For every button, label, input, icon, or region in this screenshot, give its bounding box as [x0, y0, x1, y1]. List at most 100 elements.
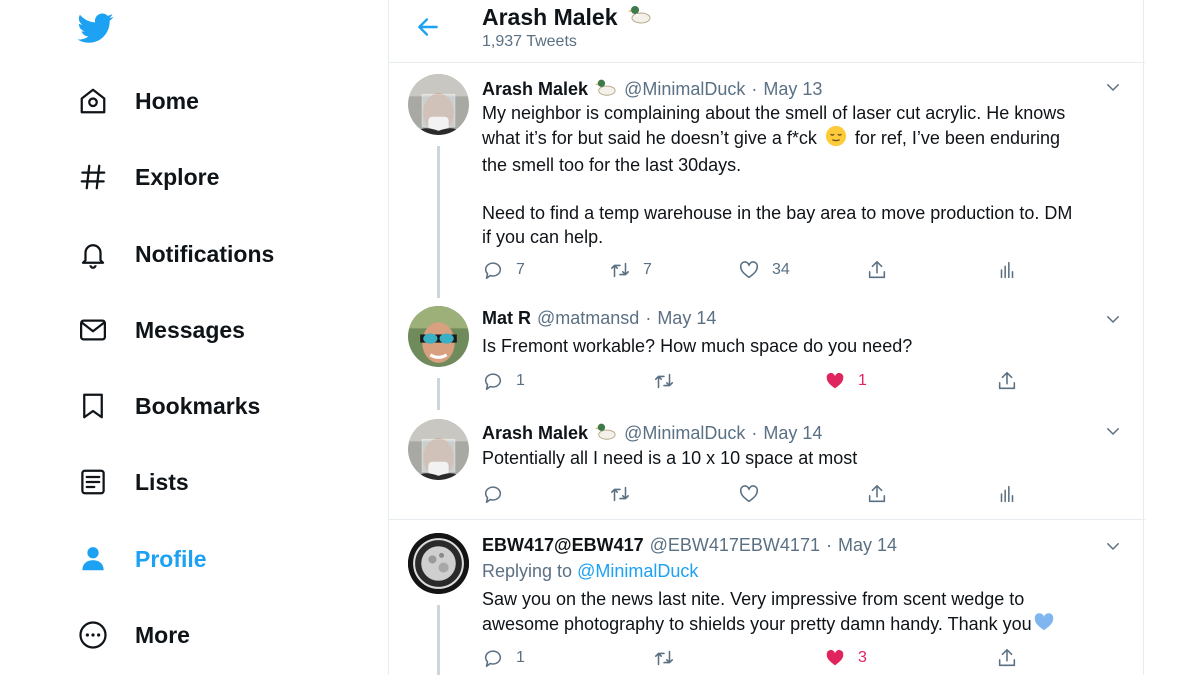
reply-button[interactable]: 1 — [482, 370, 525, 392]
tweet-line: awesome photography to shields your pret… — [482, 611, 1132, 639]
replying-to-handle[interactable]: @MinimalDuck — [577, 561, 698, 581]
retweet-count: 7 — [643, 261, 652, 278]
avatar[interactable] — [408, 419, 469, 480]
author-name[interactable]: Arash Malek — [482, 79, 588, 100]
duck-emoji-icon — [594, 420, 618, 447]
avatar[interactable] — [408, 306, 469, 367]
sidebar-item-messages[interactable]: Messages — [76, 305, 245, 355]
separator-dot: · — [751, 423, 758, 443]
tweet[interactable]: Mat R @matmansd · May 14 Is Fremont work… — [389, 293, 1145, 410]
tweet-header: Arash Malek @MinimalDuck · May 14 — [482, 420, 822, 447]
thread-line — [437, 605, 440, 675]
sidebar-item-home[interactable]: Home — [76, 76, 199, 126]
author-name[interactable]: EBW417@EBW417 — [482, 535, 644, 556]
like-button[interactable]: 34 — [738, 259, 790, 281]
sidebar-item-label: Profile — [135, 545, 207, 572]
share-button[interactable] — [996, 370, 1018, 392]
author-handle[interactable]: @MinimalDuck — [624, 79, 745, 100]
retweet-button[interactable] — [609, 483, 631, 505]
share-icon — [998, 371, 1016, 390]
relieved-face-emoji-icon — [825, 125, 847, 153]
sidebar-item-profile[interactable]: Profile — [76, 534, 207, 584]
sidebar-item-explore[interactable]: Explore — [76, 152, 219, 202]
reply-icon — [484, 650, 502, 668]
tweet-line: if you can help. — [482, 227, 604, 247]
sidebar-item-label: Lists — [135, 468, 189, 495]
tweet-line: what it’s for but said he doesn’t give a… — [482, 125, 1132, 153]
tweet-line: My neighbor is complaining about the sme… — [482, 103, 1066, 123]
sidebar-item-label: Messages — [135, 316, 245, 343]
back-arrow-icon[interactable] — [413, 12, 443, 42]
heart-filled-icon — [826, 372, 844, 389]
reply-button[interactable] — [482, 483, 504, 505]
chevron-down-icon[interactable] — [1103, 309, 1123, 329]
share-icon — [868, 260, 886, 279]
chevron-down-icon[interactable] — [1103, 421, 1123, 441]
reply-button[interactable]: 1 — [482, 647, 525, 669]
like-button[interactable]: 1 — [824, 370, 867, 392]
tweet-text: My neighbor is complaining about the sme… — [482, 101, 1132, 249]
twitter-logo-icon[interactable] — [76, 10, 116, 46]
chevron-down-icon[interactable] — [1103, 536, 1123, 556]
tweet[interactable]: Arash Malek @MinimalDuck · May 13 My nei… — [389, 63, 1145, 298]
sidebar: Home Explore Notifications Messages Book — [0, 0, 388, 675]
reply-count: 7 — [516, 261, 525, 278]
separator-dot: · — [825, 535, 832, 555]
like-button[interactable]: 3 — [824, 647, 867, 669]
heart-icon — [739, 485, 759, 503]
profile-header: Arash Malek 1,937 Tweets — [389, 0, 1145, 63]
envelope-icon — [76, 313, 110, 347]
retweet-button[interactable] — [653, 370, 675, 392]
tweet-blank-line — [482, 177, 1132, 201]
duck-emoji-icon — [594, 76, 618, 103]
tweet[interactable]: EBW417@EBW417 @EBW417EBW4171 · May 14 Re… — [389, 520, 1145, 675]
tweet-count: 1,937 Tweets — [482, 33, 577, 50]
like-button[interactable] — [738, 483, 760, 505]
author-name[interactable]: Mat R — [482, 308, 531, 329]
share-button[interactable] — [866, 259, 888, 281]
tweet-date[interactable]: May 13 — [763, 79, 822, 100]
sidebar-item-bookmarks[interactable]: Bookmarks — [76, 381, 260, 431]
chevron-down-icon[interactable] — [1103, 77, 1123, 97]
tweet-text: Is Fremont workable? How much space do y… — [482, 336, 913, 356]
share-button[interactable] — [866, 483, 888, 505]
reply-count: 1 — [516, 372, 525, 389]
share-icon — [998, 648, 1016, 667]
hashtag-icon — [76, 160, 110, 194]
thread-line — [437, 146, 440, 298]
tweet-line-part: for ref, I’ve been enduring — [854, 127, 1061, 148]
tweet-date[interactable]: May 14 — [763, 423, 822, 444]
twitter-app: Home Explore Notifications Messages Book — [0, 0, 1200, 675]
sidebar-item-label: Home — [135, 87, 199, 114]
tweet-date[interactable]: May 14 — [657, 308, 716, 329]
retweet-button[interactable]: 7 — [609, 259, 652, 281]
sidebar-item-lists[interactable]: Lists — [76, 457, 189, 507]
replying-to: Replying to @MinimalDuck — [482, 561, 698, 582]
tweet-line: the smell too for the last 30days. — [482, 155, 742, 175]
author-handle[interactable]: @matmansd — [537, 308, 639, 329]
reply-button[interactable]: 7 — [482, 259, 525, 281]
share-button[interactable] — [996, 647, 1018, 669]
tweet[interactable]: Arash Malek @MinimalDuck · May 14 Potent… — [389, 405, 1145, 519]
tweet-line-part: what it’s for but said he doesn’t give a… — [482, 127, 817, 148]
sidebar-item-label: Explore — [135, 163, 220, 190]
author-handle[interactable]: @EBW417EBW4171 — [650, 535, 820, 556]
retweet-button[interactable] — [653, 647, 675, 669]
like-count: 3 — [858, 649, 867, 666]
sidebar-item-more[interactable]: More — [76, 610, 190, 660]
avatar[interactable] — [408, 74, 469, 135]
analytics-button[interactable] — [996, 483, 1018, 505]
reply-icon — [484, 373, 502, 391]
tweet-header: EBW417@EBW417 @EBW417EBW4171 · May 14 — [482, 535, 897, 556]
avatar[interactable] — [408, 533, 469, 594]
author-handle[interactable]: @MinimalDuck — [624, 423, 745, 444]
tweet-date[interactable]: May 14 — [838, 535, 897, 556]
tweet-line: Saw you on the news last nite. Very impr… — [482, 589, 1025, 609]
person-icon — [76, 542, 110, 576]
like-count: 1 — [858, 372, 867, 389]
share-icon — [868, 484, 886, 503]
author-name[interactable]: Arash Malek — [482, 423, 588, 444]
analytics-button[interactable] — [996, 259, 1018, 281]
tweet-header: Mat R @matmansd · May 14 — [482, 308, 716, 329]
sidebar-item-notifications[interactable]: Notifications — [76, 229, 274, 279]
